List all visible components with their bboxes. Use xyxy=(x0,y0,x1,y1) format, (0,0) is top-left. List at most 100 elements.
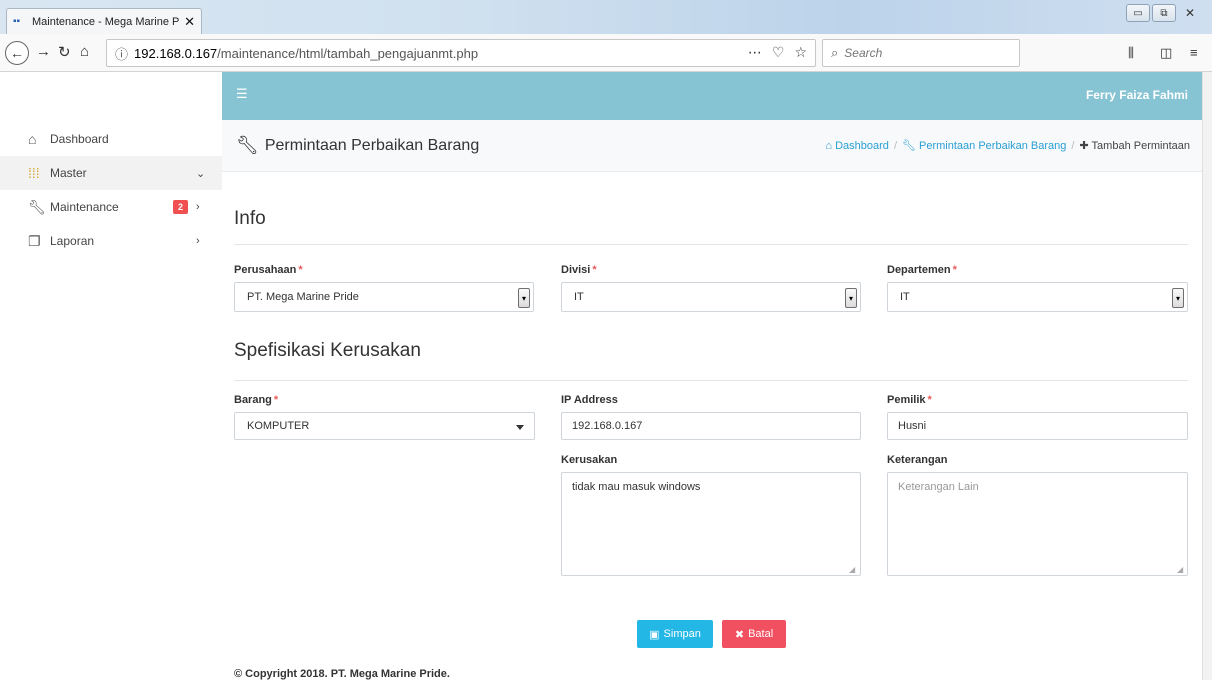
barang-label: Barang * xyxy=(234,394,279,406)
chevron-right-icon: › xyxy=(196,201,200,213)
dropdown-arrow-icon[interactable]: ▾ xyxy=(845,288,857,308)
back-icon[interactable]: ← xyxy=(5,41,29,65)
plus-icon: ✚ xyxy=(1079,140,1089,152)
sidebar-item-label: Master xyxy=(50,166,87,180)
url-path: /maintenance/html/tambah_pengajuanmt.php xyxy=(217,45,479,61)
window-controls: ▭ ⧉ ✕ xyxy=(1126,4,1202,22)
home-icon: ⌂ xyxy=(28,131,37,147)
kerusakan-label: Kerusakan xyxy=(561,454,618,466)
footer-copyright: © Copyright 2018. PT. Mega Marine Pride. xyxy=(234,668,450,680)
close-icon: ✖ xyxy=(734,628,745,641)
wrench-icon: 🔧︎ xyxy=(28,198,46,215)
save-button[interactable]: ▣ Simpan xyxy=(637,620,713,648)
user-name[interactable]: Ferry Faiza Fahmi xyxy=(1086,88,1188,102)
keterangan-textarea[interactable] xyxy=(887,472,1188,576)
perusahaan-select[interactable]: PT. Mega Marine Pride ▾ xyxy=(234,282,534,312)
breadcrumb-separator: / xyxy=(893,139,897,152)
pemilik-input[interactable] xyxy=(887,412,1188,440)
grid-icon: ⁞⁞⁞ xyxy=(28,165,40,181)
breadcrumb-home-label: Dashboard xyxy=(835,139,889,152)
kerusakan-textarea[interactable]: tidak mau masuk windows xyxy=(561,472,861,576)
home-icon: ⌂ xyxy=(825,139,833,152)
divisi-select[interactable]: IT ▾ xyxy=(561,282,861,312)
url-host: 192.168.0.167 xyxy=(134,45,218,61)
tab-close-icon[interactable]: ✕ xyxy=(184,14,195,30)
section-title-info: Info xyxy=(234,208,266,229)
page-header: 🔧︎ Permintaan Perbaikan Barang ⌂ Dashboa… xyxy=(222,120,1202,172)
page-viewport: ⌂ Dashboard ⁞⁞⁞ Master ⌄ 🔧︎ Maintenance … xyxy=(0,72,1202,680)
browser-tab[interactable]: ▪▪ Maintenance - Mega Marine Pr ✕ xyxy=(6,8,202,34)
site-favicon-icon: ▪▪ xyxy=(13,15,21,27)
wrench-icon: 🔧︎ xyxy=(236,135,259,155)
home-nav-icon[interactable]: ⌂ xyxy=(80,43,89,60)
departemen-select[interactable]: IT ▾ xyxy=(887,282,1188,312)
app-topbar: ☰ Ferry Faiza Fahmi xyxy=(222,72,1202,120)
chevron-down-icon: ⌄ xyxy=(196,167,206,180)
sidebar: ⌂ Dashboard ⁞⁞⁞ Master ⌄ 🔧︎ Maintenance … xyxy=(0,72,222,680)
pemilik-label: Pemilik * xyxy=(887,394,932,406)
page-actions-icon[interactable]: ⋯ xyxy=(748,44,762,61)
pocket-icon[interactable]: ♡ xyxy=(772,44,785,61)
page-title-text: Permintaan Perbaikan Barang xyxy=(264,136,480,154)
forward-icon[interactable]: → xyxy=(36,43,51,60)
breadcrumb-home[interactable]: ⌂ Dashboard xyxy=(825,140,889,152)
barang-value: KOMPUTER xyxy=(247,420,310,432)
perusahaan-value: PT. Mega Marine Pride xyxy=(247,291,359,303)
sidebar-item-laporan[interactable]: ❐ Laporan › xyxy=(0,224,222,258)
url-bar[interactable]: ⓘ 192.168.0.167/maintenance/html/tambah_… xyxy=(106,39,816,67)
breadcrumb-current: ✚ Tambah Permintaan xyxy=(1079,139,1190,152)
menu-toggle-icon[interactable]: ☰ xyxy=(236,86,250,101)
maximize-icon[interactable]: ⧉ xyxy=(1152,4,1176,22)
site-info-icon[interactable]: ⓘ xyxy=(115,44,128,63)
search-icon: ⌕ xyxy=(831,45,839,60)
divider xyxy=(234,380,1188,381)
window-close-icon[interactable]: ✕ xyxy=(1178,4,1202,22)
copy-icon: ❐ xyxy=(28,232,41,249)
notification-badge: 2 xyxy=(172,200,188,214)
save-button-label: Simpan xyxy=(663,628,701,640)
sidebar-item-master[interactable]: ⁞⁞⁞ Master ⌄ xyxy=(0,156,222,190)
tab-title: Maintenance - Mega Marine Pr xyxy=(32,15,181,28)
cancel-button[interactable]: ✖ Batal xyxy=(722,620,786,648)
sidebar-item-label: Maintenance xyxy=(50,200,119,214)
browser-search-bar[interactable]: ⌕ xyxy=(822,39,1020,67)
breadcrumb-current-label: Tambah Permintaan xyxy=(1091,140,1190,152)
caret-down-icon[interactable] xyxy=(516,425,524,430)
breadcrumb-parent[interactable]: 🔧︎ Permintaan Perbaikan Barang xyxy=(902,139,1066,152)
browser-navbar: ← → ↻ ⌂ ⓘ 192.168.0.167/maintenance/html… xyxy=(0,34,1212,72)
breadcrumb: ⌂ Dashboard / 🔧︎ Permintaan Perbaikan Ba… xyxy=(825,139,1190,153)
perusahaan-label: Perusahaan * xyxy=(234,264,303,276)
menu-icon[interactable]: ≡ xyxy=(1190,45,1198,60)
ip-address-label: IP Address xyxy=(561,394,618,406)
resize-grip-icon[interactable]: ◢ xyxy=(1177,566,1185,574)
dropdown-arrow-icon[interactable]: ▾ xyxy=(518,288,530,308)
dropdown-arrow-icon[interactable]: ▾ xyxy=(1172,288,1184,308)
resize-grip-icon[interactable]: ◢ xyxy=(849,566,857,574)
chevron-right-icon: › xyxy=(196,235,200,247)
sidebar-item-dashboard[interactable]: ⌂ Dashboard xyxy=(0,122,222,156)
floppy-disk-icon: ▣ xyxy=(649,628,660,641)
minimize-icon[interactable]: ▭ xyxy=(1126,4,1150,22)
divider xyxy=(234,244,1188,245)
sidebar-toggle-icon[interactable]: ◫ xyxy=(1160,45,1172,61)
sidebar-item-label: Laporan xyxy=(50,234,95,248)
page-scrollbar[interactable] xyxy=(1202,72,1212,680)
sidebar-item-label: Dashboard xyxy=(50,132,109,146)
cancel-button-label: Batal xyxy=(748,628,774,640)
barang-select[interactable]: KOMPUTER xyxy=(234,412,535,440)
section-title-spec: Spefisikasi Kerusakan xyxy=(234,340,421,361)
divisi-label: Divisi * xyxy=(561,264,597,276)
library-icon[interactable]: ⫼ xyxy=(1128,45,1134,61)
sidebar-item-maintenance[interactable]: 🔧︎ Maintenance 2 › xyxy=(0,190,222,224)
departemen-value: IT xyxy=(900,291,910,303)
wrench-icon: 🔧︎ xyxy=(902,140,916,152)
page-title: 🔧︎ Permintaan Perbaikan Barang xyxy=(236,135,479,156)
browser-search-input[interactable] xyxy=(844,46,995,60)
breadcrumb-separator: / xyxy=(1071,139,1075,152)
ip-address-input[interactable] xyxy=(561,412,861,440)
keterangan-label: Keterangan xyxy=(887,454,948,466)
divisi-value: IT xyxy=(574,291,584,303)
bookmark-star-icon[interactable]: ☆ xyxy=(794,44,807,61)
reload-icon[interactable]: ↻ xyxy=(58,43,71,61)
breadcrumb-parent-label: Permintaan Perbaikan Barang xyxy=(919,140,1067,152)
